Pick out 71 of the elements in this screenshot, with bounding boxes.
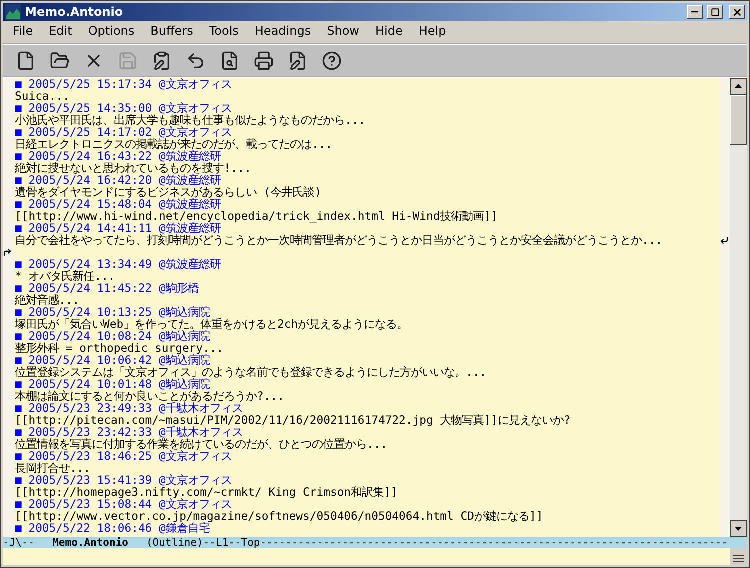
menu-item[interactable]: Headings xyxy=(246,24,320,38)
search-icon xyxy=(220,50,240,70)
entry-heading: ■ 2005/5/24 10:08:24 @駒込病院 xyxy=(15,330,210,342)
entry-heading: ■ 2005/5/23 15:08:44 @文京オフィス xyxy=(15,498,232,510)
menu-item[interactable]: File xyxy=(5,24,42,38)
menu-item[interactable]: Help xyxy=(410,24,454,38)
menu-item[interactable]: Show xyxy=(319,24,368,38)
entry-text: 長岡打合せ... xyxy=(15,462,91,474)
entry-text: 小池氏や平田氏は、出席大学も趣味も仕事も似たようなものだから... xyxy=(15,114,366,126)
entry-heading: ■ 2005/5/24 11:45:22 @駒形橋 xyxy=(15,282,199,294)
entry-heading: ■ 2005/5/23 18:46:25 @文京オフィス xyxy=(15,450,232,462)
entry-text: [[http://www.vector.co.jp/magazine/softnews/050406/n0504064.html CDが鍵になる]] xyxy=(15,510,544,522)
entry-text: 絶対音感... xyxy=(15,294,80,306)
undo-icon xyxy=(186,50,206,70)
entry-heading: ■ 2005/5/23 23:49:33 @千駄木オフィス xyxy=(15,402,243,414)
entry-heading: ■ 2005/5/25 14:35:00 @文京オフィス xyxy=(15,102,232,114)
scroll-down-icon[interactable] xyxy=(730,520,747,537)
clipboard-pen-icon xyxy=(152,50,172,70)
menu-item[interactable]: Buffers xyxy=(142,24,202,38)
entry-text: [[http://homepage3.nifty.com/~crmkt/ King Crimson和訳集]] xyxy=(15,486,398,498)
printer-icon xyxy=(254,50,274,70)
text-area[interactable] xyxy=(3,78,730,537)
entry-heading: ■ 2005/5/24 10:01:48 @駒込病院 xyxy=(15,378,210,390)
entry-heading: ■ 2005/5/22 18:06:46 @鎌倉自宅 xyxy=(15,522,210,534)
scroll-up-icon[interactable] xyxy=(730,78,747,95)
entry-heading: ■ 2005/5/23 23:42:33 @千駄木オフィス xyxy=(15,426,243,438)
entry-heading: ■ 2005/5/24 15:48:04 @筑波産総研 xyxy=(15,198,221,210)
entry-heading: ■ 2005/5/24 16:42:20 @筑波産総研 xyxy=(15,174,221,186)
scroll-thumb[interactable] xyxy=(730,95,747,145)
scrollbar[interactable] xyxy=(730,78,747,537)
menu-item[interactable]: Tools xyxy=(201,24,247,38)
entry-text: Suica... xyxy=(15,90,70,102)
mode-line-info: (Outline)--L1--Top-------------------------------------------------------------------------- xyxy=(146,537,730,548)
entry-heading: ■ 2005/5/23 15:41:39 @文京オフィス xyxy=(15,474,232,486)
entry-text: 位置情報を写真に付加する作業を続けているのだが、ひとつの位置から... xyxy=(15,438,388,450)
close-icon xyxy=(732,6,742,18)
app-icon xyxy=(5,4,21,20)
minimize-button[interactable] xyxy=(687,5,703,19)
entry-heading: ■ 2005/5/24 10:06:42 @駒込病院 xyxy=(15,354,210,366)
entry-text: 塚田氏が「気合いWeb」を作ってた。体重をかけると2chが見えるようになる。 xyxy=(15,318,408,330)
line-continue-icon xyxy=(3,248,12,256)
new-file-icon xyxy=(16,50,36,70)
document-pen-icon xyxy=(288,50,308,70)
entry-text: 本棚は論文にすると何か良いことがあるだろうか?... xyxy=(15,390,284,402)
menu-item[interactable]: Options xyxy=(80,24,143,38)
entry-text: [[http://www.hi-wind.net/encyclopedia/trick_index.html Hi-Wind技術動画]] xyxy=(15,210,498,222)
entry-heading: ■ 2005/5/25 15:17:34 @文京オフィス xyxy=(15,78,232,90)
entry-text: 日経エレクトロニクスの掲載誌が来たのだが、載ってたのは... xyxy=(15,138,333,150)
entry-text: 自分で会社をやってたら、打刻時間がどうこうとか一次時間管理者がどうこうとか日当がどうこうとか安全会議がどうこうとか... xyxy=(15,234,663,246)
entry-text: 整形外科 = orthopedic surgery... xyxy=(15,342,224,354)
maximize-icon xyxy=(710,8,720,16)
maximize-button[interactable] xyxy=(707,5,723,19)
entry-text: 位置登録システムは「文京オフィス」のような名前でも登録できるようにした方がいいな。... xyxy=(15,366,487,378)
entry-heading: ■ 2005/5/24 13:34:49 @筑波産総研 xyxy=(15,258,221,270)
entry-heading: ■ 2005/5/25 14:17:02 @文京オフィス xyxy=(15,126,232,138)
window-title: Memo.Antonio xyxy=(25,5,124,19)
entry-heading: ■ 2005/5/24 16:43:22 @筑波産総研 xyxy=(15,150,221,162)
help-icon xyxy=(322,50,342,70)
menu-item[interactable]: Hide xyxy=(367,24,411,38)
entry-heading: ■ 2005/5/24 14:41:11 @筑波産総研 xyxy=(15,222,221,234)
entry-text: 絶対に捜せないと思われているものを捜す!... xyxy=(15,162,252,174)
mode-line-status: -J\-- xyxy=(3,537,36,548)
entry-text: * オバタ氏新任... xyxy=(15,270,116,282)
menu-item[interactable]: Edit xyxy=(41,24,80,38)
resize-grip-icon[interactable] xyxy=(730,548,747,566)
close-button[interactable] xyxy=(729,5,745,19)
entry-text: 遺骨をダイヤモンドにするビジネスがあるらしい (今井氏談) xyxy=(15,186,322,198)
entry-heading: ■ 2005/5/24 10:13:25 @駒込病院 xyxy=(15,306,210,318)
folder-icon xyxy=(50,50,70,70)
entry-text: [[http://pitecan.com/~masui/PIM/2002/11/16/20021116174722.jpg 大物写真]]に見えないか? xyxy=(15,414,571,426)
buffer-name: Memo.Antonio xyxy=(52,537,130,548)
